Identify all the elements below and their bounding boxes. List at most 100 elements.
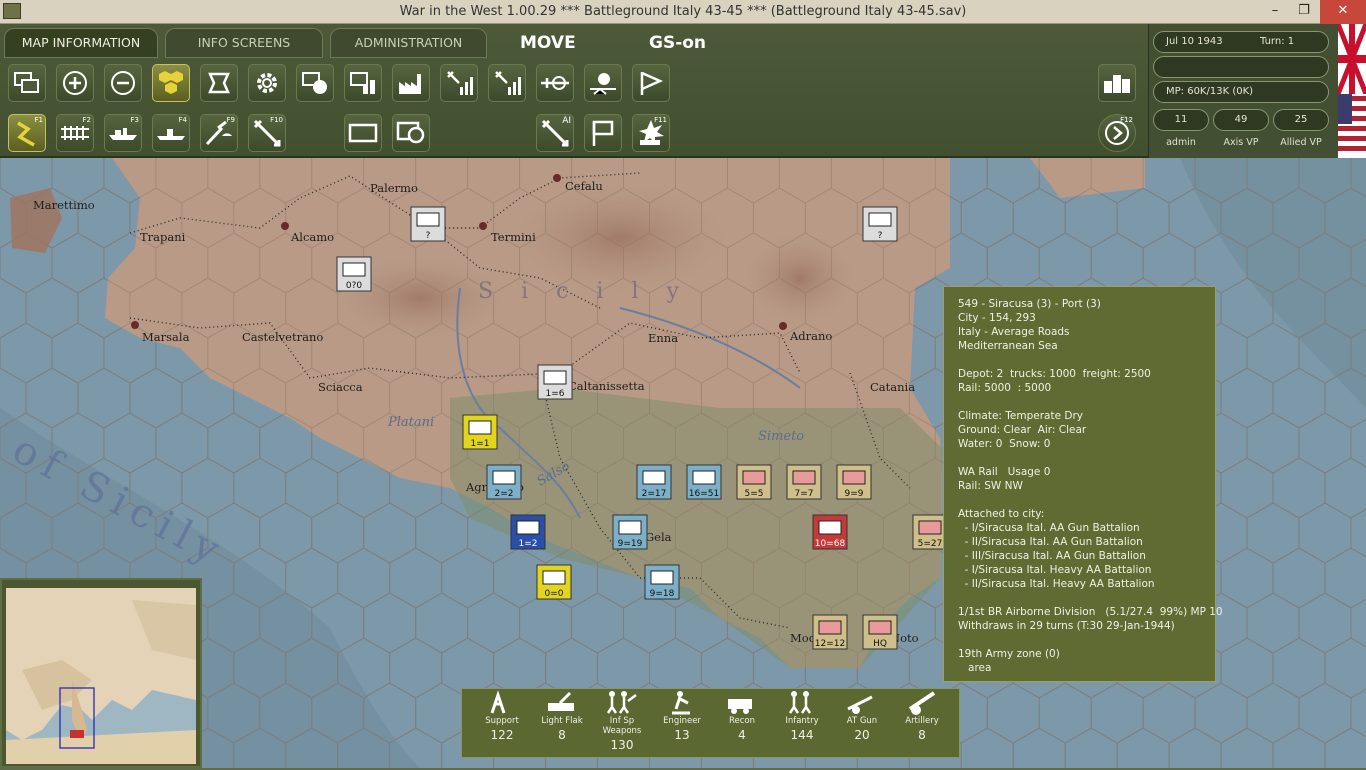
air-interdict-button[interactable] [440, 64, 478, 102]
hex-grid-button[interactable] [152, 64, 190, 102]
unit-counter[interactable]: ? [410, 206, 446, 242]
mp-box: MP: 60K/13K (0K) [1153, 81, 1329, 103]
naval-transport-button[interactable]: F3 [104, 114, 142, 152]
unit-counter[interactable]: 1=6 [537, 364, 573, 400]
unit-counter[interactable]: 2=2 [486, 464, 522, 500]
depot-button[interactable] [344, 64, 382, 102]
frame-button[interactable] [200, 64, 238, 102]
map-label-catania: Catania [870, 380, 915, 394]
counter-label: 9=19 [618, 539, 643, 549]
unit-counter[interactable]: 10=68 [812, 514, 848, 550]
unit-counter[interactable]: 0=0 [536, 564, 572, 600]
nato-symbol-icon [543, 370, 567, 385]
unit-counter[interactable]: ? [862, 206, 898, 242]
unit-display-button[interactable] [296, 64, 334, 102]
unit-category-artillery[interactable]: Artillery 8 [892, 689, 952, 742]
minimap[interactable] [0, 578, 202, 768]
info-line [958, 591, 1215, 605]
ai-attack-button[interactable]: AI [536, 114, 574, 152]
zoom-in-button[interactable] [56, 64, 94, 102]
air-supply-button[interactable] [488, 64, 526, 102]
unit-category-name: Artillery [905, 716, 939, 726]
info-line: Withdraws in 29 turns (T:30 29-Jan-1944) [958, 620, 1175, 632]
factory-button[interactable] [392, 64, 430, 102]
unit-counter[interactable]: 0?0 [336, 256, 372, 292]
unit-counter[interactable]: 9=18 [644, 564, 680, 600]
hotkey-label: F2 [82, 116, 91, 124]
counter-label: ? [878, 231, 883, 241]
unit-category-engineer[interactable]: Engineer 13 [652, 689, 712, 742]
info-line: Rail: 5000 : 5000 [958, 382, 1052, 394]
unit-category-count: 8 [918, 728, 926, 742]
frame-icon [208, 72, 230, 94]
amphibious-button[interactable]: F4 [152, 114, 190, 152]
unit-counter[interactable]: HQ [862, 614, 898, 650]
counter-label: HQ [873, 639, 887, 649]
airfield-button[interactable] [536, 64, 574, 102]
minimize-button[interactable]: – [1261, 0, 1289, 24]
unit-category-light-flak[interactable]: Light Flak 8 [532, 689, 592, 742]
hq-flag-button[interactable] [584, 114, 622, 152]
stats-button[interactable] [1098, 64, 1136, 102]
zone-button[interactable] [392, 114, 430, 152]
unit-category-count: 122 [490, 728, 514, 742]
info-line: - II/Siracusa Ital. AA Gun Battalion [958, 536, 1143, 548]
recon-icon [728, 699, 752, 714]
nato-symbol-icon [692, 470, 716, 485]
explosion-button[interactable]: F11 [632, 114, 670, 152]
tab-info-screens[interactable]: INFO SCREENS [165, 28, 323, 58]
axis-vp-value: 49 [1213, 109, 1269, 131]
turn-label: Turn: 1 [1260, 36, 1295, 47]
amphibious-icon [157, 129, 185, 140]
settings-button[interactable] [248, 64, 286, 102]
unit-counter[interactable]: 7=7 [786, 464, 822, 500]
unit-counter[interactable]: 9=19 [612, 514, 648, 550]
counter-label: 9=9 [845, 489, 864, 499]
unit-counter[interactable]: 16=51 [686, 464, 722, 500]
rectangle-button[interactable] [344, 114, 382, 152]
unit-summary-bar: Support 122 Light Flak 8 Inf Sp Weapons 130 En… [461, 688, 960, 758]
admin-label: admin [1166, 137, 1196, 148]
windows-button[interactable] [8, 64, 46, 102]
unit-counter[interactable]: 5=27 [912, 514, 948, 550]
flag-icon [640, 71, 664, 95]
unit-category-support[interactable]: Support 122 [472, 689, 532, 742]
unit-counter[interactable]: 9=9 [836, 464, 872, 500]
unit-category-at-gun[interactable]: AT Gun 20 [832, 689, 892, 742]
unit-category-name: Inf Sp Weapons [602, 716, 642, 736]
tab-administration[interactable]: ADMINISTRATION [330, 28, 487, 58]
unit-counter[interactable]: 1=1 [462, 414, 498, 450]
info-line [958, 493, 1215, 507]
weather-button[interactable] [584, 64, 622, 102]
unit-counter[interactable]: 2=17 [636, 464, 672, 500]
unit-category-recon[interactable]: Recon 4 [712, 689, 772, 742]
flag-button[interactable] [632, 64, 670, 102]
move-path-button[interactable]: F1 [8, 114, 46, 152]
gs-label[interactable]: GS-on [649, 33, 706, 53]
zoom-out-button[interactable] [104, 64, 142, 102]
airdrop-button[interactable]: F9 [200, 114, 238, 152]
status-panel: Jul 10 1943 Turn: 1 MP: 60K/13K (0K) 11 … [1148, 24, 1338, 158]
naval-transport-icon [109, 128, 137, 140]
air-attack-button[interactable]: F10 [248, 114, 286, 152]
hotkey-label: AI [562, 116, 571, 126]
info-line: 549 - Siracusa (3) - Port (3) [958, 298, 1101, 310]
unit-category-infantry[interactable]: Infantry 144 [772, 689, 832, 742]
unit-category-inf-sp-weapons[interactable]: Inf Sp Weapons 130 [592, 689, 652, 752]
counter-label: 1=1 [471, 439, 490, 449]
hotkey-label: F10 [270, 116, 283, 124]
unit-category-count: 20 [854, 728, 870, 742]
unit-counter[interactable]: 1=2 [510, 514, 546, 550]
inf-sp-weapons-icon [606, 691, 637, 714]
at-gun-icon [847, 695, 873, 714]
close-button[interactable]: ✕ [1320, 0, 1366, 24]
counter-label: 2=2 [495, 489, 514, 499]
rail-button[interactable]: F2 [56, 114, 94, 152]
unit-counter[interactable]: 5=5 [736, 464, 772, 500]
end-turn-button[interactable]: F12 [1098, 114, 1136, 152]
unit-counter[interactable]: 12=12 [812, 614, 848, 650]
info-line: Climate: Temperate Dry [958, 410, 1084, 422]
maximize-button[interactable]: ❐ [1290, 0, 1318, 24]
tab-map-information[interactable]: MAP INFORMATION [4, 28, 158, 58]
window-title: War in the West 1.00.29 *** Battleground… [399, 4, 967, 19]
